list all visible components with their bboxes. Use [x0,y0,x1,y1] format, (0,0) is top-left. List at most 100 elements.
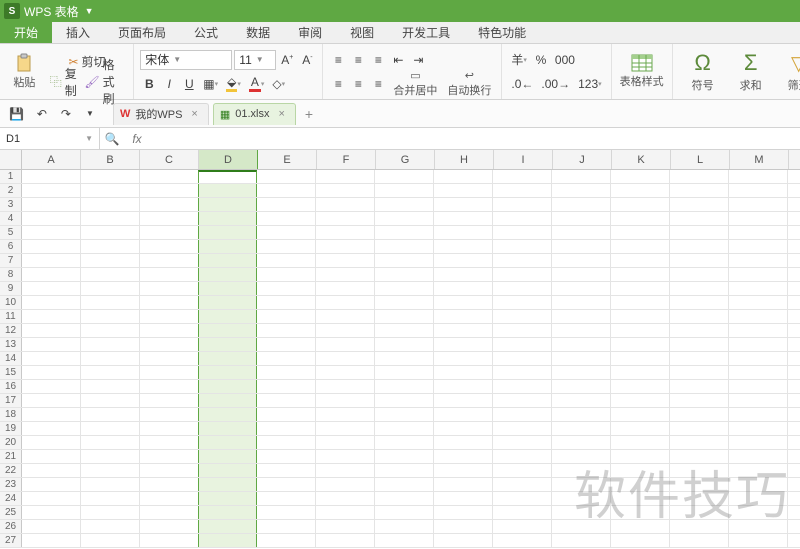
cell-I21[interactable] [493,450,552,463]
cell-C17[interactable] [140,394,199,407]
align-right-button[interactable]: ≡ [369,74,387,94]
cell-I11[interactable] [493,310,552,323]
cell-K9[interactable] [611,282,670,295]
cell-B14[interactable] [81,352,140,365]
cell-L4[interactable] [670,212,729,225]
cell-F19[interactable] [316,422,375,435]
cell-L22[interactable] [670,464,729,477]
cell-B5[interactable] [81,226,140,239]
cell-F3[interactable] [316,198,375,211]
cell-A16[interactable] [22,380,81,393]
cell-E18[interactable] [257,408,316,421]
cell-H17[interactable] [434,394,493,407]
cell-I17[interactable] [493,394,552,407]
cell-L7[interactable] [670,254,729,267]
cell-B12[interactable] [81,324,140,337]
cell-L1[interactable] [670,170,729,183]
cell-K10[interactable] [611,296,670,309]
cell-K6[interactable] [611,240,670,253]
cell-J24[interactable] [552,492,611,505]
cell-D9[interactable] [198,282,257,295]
cell-J1[interactable] [552,170,611,183]
merge-center-button[interactable]: ▭ 合并居中 [389,69,441,98]
cell-K3[interactable] [611,198,670,211]
cell-G2[interactable] [375,184,434,197]
copy-button[interactable]: ⿻ 复制 [47,72,82,92]
cell-D12[interactable] [198,324,257,337]
cell-K12[interactable] [611,324,670,337]
cell-B21[interactable] [81,450,140,463]
cell-K18[interactable] [611,408,670,421]
cell-J14[interactable] [552,352,611,365]
cell-H27[interactable] [434,534,493,547]
cell-A10[interactable] [22,296,81,309]
cell-C3[interactable] [140,198,199,211]
cell-C25[interactable] [140,506,199,519]
cell-C14[interactable] [140,352,199,365]
cell-M21[interactable] [729,450,788,463]
cell-C26[interactable] [140,520,199,533]
align-left-button[interactable]: ≡ [329,74,347,94]
cell-K20[interactable] [611,436,670,449]
cell-E2[interactable] [257,184,316,197]
cell-A6[interactable] [22,240,81,253]
cell-L19[interactable] [670,422,729,435]
cell-H16[interactable] [434,380,493,393]
cell-G8[interactable] [375,268,434,281]
cell-I18[interactable] [493,408,552,421]
cell-A19[interactable] [22,422,81,435]
cell-A4[interactable] [22,212,81,225]
cell-F5[interactable] [316,226,375,239]
column-header-L[interactable]: L [671,150,730,169]
cell-F24[interactable] [316,492,375,505]
cell-B3[interactable] [81,198,140,211]
cell-K17[interactable] [611,394,670,407]
cell-D18[interactable] [198,408,257,421]
column-header-I[interactable]: I [494,150,553,169]
redo-button[interactable]: ↷ [57,104,75,124]
cell-A7[interactable] [22,254,81,267]
cell-D2[interactable] [198,184,257,197]
cell-E16[interactable] [257,380,316,393]
cell-C16[interactable] [140,380,199,393]
cell-D24[interactable] [198,492,257,505]
column-header-J[interactable]: J [553,150,612,169]
cell-I20[interactable] [493,436,552,449]
chevron-down-icon[interactable]: ▼ [85,6,94,16]
row-header-5[interactable]: 5 [0,226,22,239]
cell-F12[interactable] [316,324,375,337]
cell-K8[interactable] [611,268,670,281]
cell-A14[interactable] [22,352,81,365]
cell-M11[interactable] [729,310,788,323]
tab-insert[interactable]: 插入 [52,22,104,43]
align-bottom-button[interactable]: ≡ [369,50,387,70]
underline-button[interactable]: U [180,74,198,94]
cell-C22[interactable] [140,464,199,477]
column-header-K[interactable]: K [612,150,671,169]
cell-A9[interactable] [22,282,81,295]
cell-C4[interactable] [140,212,199,225]
cell-G22[interactable] [375,464,434,477]
cell-A1[interactable] [22,170,81,183]
cell-J20[interactable] [552,436,611,449]
cell-H26[interactable] [434,520,493,533]
cell-J23[interactable] [552,478,611,491]
cell-B16[interactable] [81,380,140,393]
cell-M10[interactable] [729,296,788,309]
cell-K23[interactable] [611,478,670,491]
cell-L2[interactable] [670,184,729,197]
cell-C10[interactable] [140,296,199,309]
cell-E20[interactable] [257,436,316,449]
cell-J8[interactable] [552,268,611,281]
cell-K15[interactable] [611,366,670,379]
cell-M27[interactable] [729,534,788,547]
cell-F22[interactable] [316,464,375,477]
cell-C6[interactable] [140,240,199,253]
cell-H8[interactable] [434,268,493,281]
cell-K14[interactable] [611,352,670,365]
cell-C15[interactable] [140,366,199,379]
column-header-C[interactable]: C [140,150,199,169]
column-header-D[interactable]: D [199,150,258,169]
cell-F8[interactable] [316,268,375,281]
tab-page-layout[interactable]: 页面布局 [104,22,180,43]
